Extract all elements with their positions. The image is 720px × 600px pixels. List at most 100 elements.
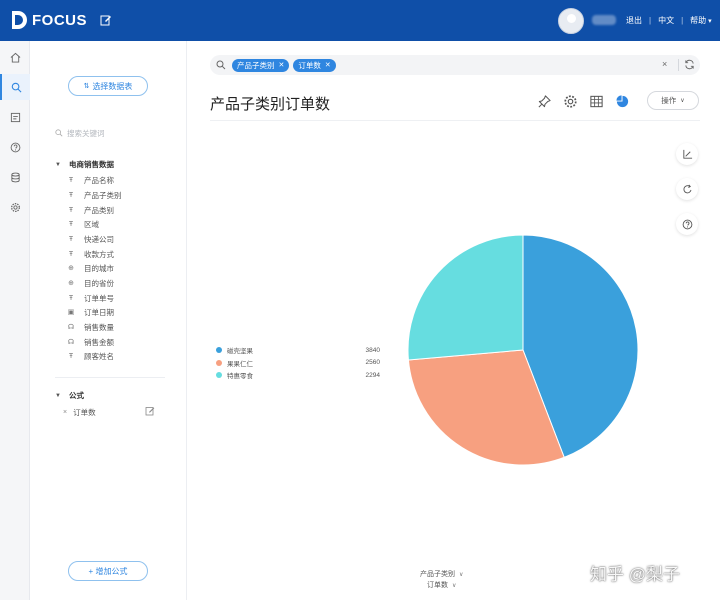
pie-slice[interactable] bbox=[407, 234, 524, 361]
dataset-title: 电商销售数据 bbox=[68, 160, 114, 169]
top-bar: FOCUS 退出 | 中文 | 帮助 ▾ bbox=[0, 0, 720, 41]
sort-arrows-icon: ⇅ bbox=[83, 83, 90, 90]
x-axis-label: 产品子类别 bbox=[420, 571, 455, 578]
formula-item[interactable]: × 订单数 bbox=[63, 407, 157, 418]
refresh-icon bbox=[682, 184, 691, 193]
y-axis-label: 订单数 bbox=[427, 582, 448, 589]
logo[interactable]: FOCUS bbox=[10, 10, 87, 30]
y-axis-selector[interactable]: 订单数 ∨ bbox=[427, 580, 456, 590]
legend-item[interactable]: 特惠零食 2294 bbox=[216, 370, 380, 380]
legend-label: 果果仁仁 bbox=[227, 360, 253, 368]
field-item[interactable]: Ŧ 快递公司 bbox=[66, 233, 114, 245]
username-redacted bbox=[592, 15, 616, 25]
search-icon bbox=[55, 129, 63, 137]
help-icon bbox=[10, 142, 20, 152]
close-icon[interactable]: ✕ bbox=[279, 61, 285, 69]
board-icon bbox=[10, 112, 20, 122]
keyword-search[interactable]: 搜索关键词 bbox=[55, 126, 165, 140]
token-label: 产品子类别 bbox=[237, 60, 275, 70]
formula-icon: × bbox=[63, 409, 68, 416]
nav-search[interactable] bbox=[0, 74, 30, 100]
formula-group[interactable]: ▼ 公式 bbox=[55, 390, 84, 401]
text-field-icon: Ŧ bbox=[68, 294, 74, 302]
field-label: 快递公司 bbox=[84, 234, 114, 244]
field-item[interactable]: Ŧ 顾客姓名 bbox=[66, 350, 114, 362]
select-table-button[interactable]: ⇅ 选择数据表 bbox=[68, 76, 148, 96]
header-links: 退出 | 中文 | 帮助 ▾ bbox=[626, 15, 712, 26]
legend-swatch bbox=[216, 372, 222, 378]
legend-value: 2294 bbox=[365, 371, 380, 379]
nav-board[interactable] bbox=[0, 104, 30, 130]
field-item[interactable]: ☊ 销售金额 bbox=[66, 336, 114, 348]
edit-icon[interactable] bbox=[100, 14, 112, 26]
nav-help[interactable] bbox=[0, 134, 30, 160]
clear-search-icon[interactable]: × bbox=[662, 59, 667, 69]
add-formula-button[interactable]: + 增加公式 bbox=[68, 561, 148, 581]
help-icon bbox=[682, 219, 692, 229]
settings-icon[interactable] bbox=[563, 94, 578, 109]
calendar-icon: ▣ bbox=[67, 309, 75, 316]
search-token[interactable]: 产品子类别 ✕ bbox=[232, 58, 290, 72]
text-field-icon: Ŧ bbox=[68, 206, 74, 214]
collapse-icon[interactable]: ▼ bbox=[55, 162, 61, 168]
formula-label: 订单数 bbox=[73, 408, 96, 417]
legend-swatch bbox=[216, 359, 222, 366]
operations-label: 操作 bbox=[661, 96, 677, 105]
nav-settings[interactable] bbox=[0, 194, 30, 220]
divider bbox=[210, 120, 700, 121]
globe-icon: ⊕ bbox=[68, 280, 74, 287]
field-item[interactable]: Ŧ 产品子类别 bbox=[66, 189, 122, 201]
text-field-icon: Ŧ bbox=[68, 220, 74, 228]
field-item[interactable]: Ŧ 产品类别 bbox=[66, 204, 114, 216]
nav-database[interactable] bbox=[0, 164, 30, 190]
globe-icon: ⊕ bbox=[68, 265, 74, 272]
reset-button[interactable] bbox=[676, 178, 698, 200]
focus-logo-icon bbox=[12, 11, 27, 29]
field-item[interactable]: ▣ 订单日期 bbox=[66, 306, 114, 318]
help-link[interactable]: 帮助 bbox=[690, 15, 706, 26]
field-item[interactable]: Ŧ 产品名称 bbox=[66, 174, 114, 186]
field-item[interactable]: ☊ 销售数量 bbox=[66, 321, 114, 333]
nav-rail bbox=[0, 41, 30, 600]
field-label: 产品子类别 bbox=[84, 190, 122, 200]
field-item[interactable]: Ŧ 区域 bbox=[66, 218, 99, 230]
operations-button[interactable]: 操作 ∨ bbox=[647, 91, 699, 110]
collapse-icon[interactable]: ▼ bbox=[55, 393, 61, 399]
field-item[interactable]: ⊕ 目的省份 bbox=[66, 277, 114, 289]
help-button[interactable] bbox=[676, 213, 698, 235]
legend-item[interactable]: 果果仁仁 2560 bbox=[216, 358, 380, 368]
watermark: 知乎 @梨子 bbox=[590, 565, 680, 584]
axis-icon bbox=[682, 149, 692, 159]
search-bar[interactable]: 产品子类别 ✕ 订单数 ✕ × bbox=[210, 55, 700, 75]
field-item[interactable]: Ŧ 收款方式 bbox=[66, 248, 114, 260]
axis-button[interactable] bbox=[676, 143, 698, 165]
divider bbox=[55, 377, 165, 378]
dataset-group[interactable]: ▼ 电商销售数据 bbox=[55, 159, 114, 170]
text-field-icon: Ŧ bbox=[68, 191, 74, 199]
divider bbox=[678, 59, 679, 71]
close-icon[interactable]: ✕ bbox=[325, 61, 331, 69]
search-icon bbox=[11, 82, 21, 92]
language-link[interactable]: 中文 bbox=[658, 15, 674, 26]
text-field-icon: Ŧ bbox=[68, 235, 74, 243]
divider: | bbox=[681, 16, 684, 25]
nav-home[interactable] bbox=[0, 44, 30, 70]
x-axis-selector[interactable]: 产品子类别 ∨ bbox=[420, 569, 463, 579]
field-label: 订单日期 bbox=[84, 307, 114, 317]
pin-icon[interactable] bbox=[537, 94, 552, 109]
data-panel: ⇅ 选择数据表 搜索关键词 ▼ 电商销售数据 Ŧ 产品名称 Ŧ 产品子类别 Ŧ 产品类… bbox=[31, 41, 187, 600]
field-item[interactable]: ⊕ 目的城市 bbox=[66, 262, 114, 274]
legend-item[interactable]: 磁壳坚果 3840 bbox=[216, 345, 380, 355]
chevron-down-icon[interactable]: ▾ bbox=[708, 17, 712, 25]
edit-icon[interactable] bbox=[145, 406, 155, 416]
search-token[interactable]: 订单数 ✕ bbox=[293, 58, 336, 72]
text-field-icon: Ŧ bbox=[68, 176, 74, 184]
avatar[interactable] bbox=[558, 8, 584, 34]
table-icon[interactable] bbox=[589, 94, 604, 109]
field-label: 目的省份 bbox=[84, 278, 114, 288]
chevron-down-icon: ∨ bbox=[680, 98, 685, 104]
logout-link[interactable]: 退出 bbox=[626, 15, 642, 26]
pie-chart-icon[interactable] bbox=[615, 94, 630, 109]
field-item[interactable]: Ŧ 订单单号 bbox=[66, 292, 114, 304]
refresh-icon[interactable] bbox=[684, 59, 695, 70]
